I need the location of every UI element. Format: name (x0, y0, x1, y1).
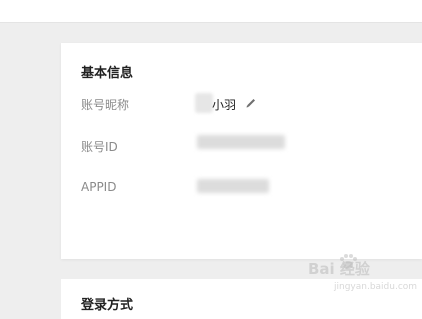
section-title-basic-info: 基本信息 (81, 66, 134, 81)
watermark-text: Bai 经验 (308, 260, 370, 278)
basic-info-card: 基本信息 账号昵称 小羽 账号ID APPID (61, 43, 422, 259)
account-id-value-blurred (197, 135, 285, 149)
appid-label: APPID (81, 180, 117, 194)
avatar (195, 93, 213, 113)
account-id-label: 账号ID (81, 140, 118, 154)
top-bar (0, 0, 422, 23)
nickname-value: 小羽 (212, 98, 237, 112)
edit-pencil-icon[interactable] (245, 97, 257, 109)
watermark-subtext: jingyan.baidu.com (334, 282, 418, 292)
nickname-label: 账号昵称 (81, 98, 130, 112)
appid-value-blurred (197, 179, 269, 193)
